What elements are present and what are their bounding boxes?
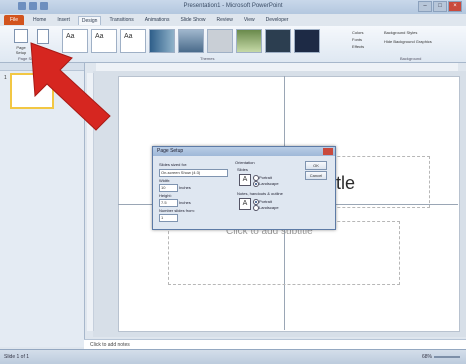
notes-placeholder: Click to add notes bbox=[90, 342, 130, 348]
height-unit: Inches bbox=[179, 200, 191, 205]
maximize-button[interactable]: □ bbox=[433, 1, 447, 12]
theme-2[interactable]: Aa bbox=[120, 29, 146, 53]
ribbon: Page Setup Slide Orientation Page Setup … bbox=[0, 26, 466, 63]
theme-8[interactable] bbox=[294, 29, 320, 53]
orientation-icon: A bbox=[239, 174, 251, 186]
title-bar: Presentation1 - Microsoft PowerPoint – □… bbox=[0, 0, 466, 14]
tab-animations[interactable]: Animations bbox=[142, 16, 173, 25]
slide-orientation-button[interactable]: Slide Orientation bbox=[34, 28, 54, 58]
slide-thumbnail[interactable] bbox=[10, 73, 54, 109]
tab-insert[interactable]: Insert bbox=[54, 16, 73, 25]
notes-landscape-label: Landscape bbox=[259, 205, 279, 210]
tab-view[interactable]: View bbox=[241, 16, 258, 25]
theme-3[interactable] bbox=[149, 29, 175, 53]
file-tab[interactable]: File bbox=[4, 15, 24, 25]
window-title: Presentation1 - Microsoft PowerPoint bbox=[183, 3, 283, 9]
page-setup-dialog: Page Setup Slides sized for: On-screen S… bbox=[152, 146, 336, 230]
tab-design[interactable]: Design bbox=[77, 16, 102, 25]
width-unit: Inches bbox=[179, 185, 191, 190]
tab-developer[interactable]: Developer bbox=[263, 16, 292, 25]
vertical-ruler bbox=[87, 73, 94, 331]
slides-pane: 1 bbox=[0, 63, 85, 347]
theme-1[interactable]: Aa bbox=[91, 29, 117, 53]
page-setup-icon bbox=[14, 29, 28, 43]
page-setup-button[interactable]: Page Setup bbox=[12, 28, 30, 58]
orientation-notes-label: Notes, handouts & outline bbox=[237, 191, 283, 196]
width-input[interactable]: 10 bbox=[159, 184, 178, 192]
status-bar: Slide 1 of 1 68% bbox=[0, 349, 466, 364]
notes-pane[interactable]: Click to add notes bbox=[84, 339, 466, 349]
theme-6[interactable] bbox=[236, 29, 262, 53]
theme-office[interactable]: Aa bbox=[62, 29, 88, 53]
title-text: tle bbox=[336, 173, 356, 193]
ribbon-tabs: Home Insert Design Transitions Animation… bbox=[30, 16, 291, 25]
tab-review[interactable]: Review bbox=[213, 16, 235, 25]
cancel-button[interactable]: Cancel bbox=[305, 171, 327, 180]
tab-transitions[interactable]: Transitions bbox=[106, 16, 136, 25]
tab-slide-show[interactable]: Slide Show bbox=[177, 16, 208, 25]
orientation-slides-label: Slides bbox=[237, 167, 248, 172]
zoom-level[interactable]: 68% bbox=[422, 354, 432, 360]
dialog-title: Page Setup bbox=[157, 148, 184, 154]
themes-gallery: Aa Aa Aa bbox=[62, 29, 320, 53]
page-setup-label: Page Setup bbox=[15, 45, 27, 55]
notes-orientation-icon: A bbox=[239, 198, 251, 210]
group-background-label: Background bbox=[400, 56, 422, 61]
window-controls: – □ × bbox=[418, 1, 462, 12]
notes-portrait-label: Portrait bbox=[259, 199, 272, 204]
height-input[interactable]: 7.5 bbox=[159, 199, 178, 207]
zoom-slider[interactable] bbox=[434, 356, 460, 358]
slides-sized-for-label: Slides sized for: bbox=[159, 162, 188, 167]
group-page-setup-label: Page Setup bbox=[18, 56, 39, 61]
group-themes-label: Themes bbox=[200, 56, 215, 61]
slides-portrait-label: Portrait bbox=[259, 175, 272, 180]
close-button[interactable]: × bbox=[448, 1, 462, 12]
close-icon[interactable] bbox=[323, 148, 333, 155]
theme-7[interactable] bbox=[265, 29, 291, 53]
orientation-label: Orientation bbox=[235, 160, 255, 165]
slides-sized-for-select[interactable]: On-screen Show (4:3) bbox=[159, 169, 228, 177]
slide-orientation-icon bbox=[37, 29, 49, 44]
height-label: Height: bbox=[159, 193, 172, 198]
ok-button[interactable]: OK bbox=[305, 161, 327, 170]
slide-count-status: Slide 1 of 1 bbox=[4, 354, 30, 360]
slides-landscape-label: Landscape bbox=[259, 181, 279, 186]
number-from-label: Number slides from: bbox=[159, 208, 195, 213]
background-styles-button[interactable]: Background Styles bbox=[384, 30, 464, 39]
slide-thumbnail-number: 1 bbox=[4, 75, 7, 81]
theme-4[interactable] bbox=[178, 29, 204, 53]
minimize-button[interactable]: – bbox=[418, 1, 432, 12]
background-options: Background Styles Hide Background Graphi… bbox=[384, 30, 464, 48]
hide-background-checkbox[interactable]: Hide Background Graphics bbox=[384, 39, 464, 48]
slide-orientation-label: Slide Orientation bbox=[34, 46, 54, 56]
number-from-input[interactable]: 1 bbox=[159, 214, 178, 222]
width-label: Width: bbox=[159, 178, 171, 183]
theme-5[interactable] bbox=[207, 29, 233, 53]
tab-home[interactable]: Home bbox=[30, 16, 49, 25]
slides-pane-tabs[interactable] bbox=[0, 63, 84, 71]
